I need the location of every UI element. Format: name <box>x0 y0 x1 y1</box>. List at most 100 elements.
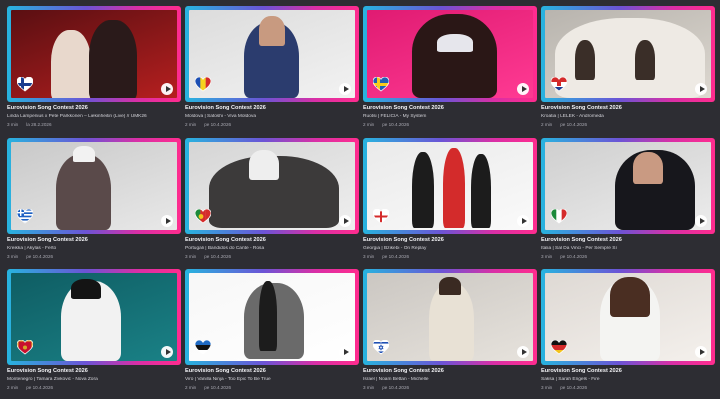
video-title[interactable]: Eurovision Song Contest 2026 <box>185 368 266 374</box>
video-card[interactable]: Eurovision Song Contest 2026 Montenegro |… <box>7 269 181 399</box>
germany-flag-heart-icon <box>551 340 567 355</box>
thumbnail-image <box>545 273 711 361</box>
video-date: pe 10.4.2026 <box>204 254 232 259</box>
video-duration: 3 min <box>7 254 19 259</box>
video-meta: 3 min pe 10.4.2026 <box>7 254 53 259</box>
video-subtitle: Kreikka | Akylas - Ferto <box>7 246 57 251</box>
video-date: la 28.2.2026 <box>26 122 52 127</box>
video-thumbnail[interactable] <box>541 269 715 365</box>
video-subtitle: Linda Lampenius x Pete Parkkonen – Lieki… <box>7 114 147 119</box>
video-date: pe 10.4.2026 <box>26 254 54 259</box>
video-subtitle: Portugali | Bandidos do Cante - Rosa <box>185 246 265 251</box>
montenegro-flag-heart-icon <box>17 340 33 355</box>
video-card[interactable]: Eurovision Song Contest 2026 Ruotsi | FEL… <box>363 6 537 136</box>
thumbnail-image <box>367 273 533 361</box>
video-grid: Eurovision Song Contest 2026 Linda Lampen… <box>0 0 720 393</box>
video-card[interactable]: Eurovision Song Contest 2026 Kroatia | LE… <box>541 6 715 136</box>
video-duration: 2 min <box>541 122 553 127</box>
video-duration: 3 min <box>185 254 197 259</box>
video-subtitle: Kroatia | LELEK - Andromeda <box>541 114 604 119</box>
video-thumbnail[interactable] <box>7 269 181 365</box>
video-card[interactable]: Eurovision Song Contest 2026 Kreikka | Ak… <box>7 138 181 268</box>
video-card[interactable]: Eurovision Song Contest 2026 Georgia | Bz… <box>363 138 537 268</box>
moldova-flag-heart-icon <box>195 77 211 92</box>
performer-figure <box>575 40 595 80</box>
video-thumbnail[interactable] <box>185 138 359 234</box>
video-title[interactable]: Eurovision Song Contest 2026 <box>363 368 444 374</box>
video-thumbnail[interactable] <box>363 269 537 365</box>
portugal-flag-heart-icon <box>195 209 211 224</box>
video-duration: 3 min <box>541 385 553 390</box>
thumbnail-image <box>367 142 533 230</box>
video-date: pe 10.4.2026 <box>560 122 588 127</box>
performer-figure <box>56 154 111 230</box>
video-card[interactable]: Eurovision Song Contest 2026 Israel | Noa… <box>363 269 537 399</box>
play-icon[interactable] <box>695 215 707 227</box>
video-card[interactable]: Eurovision Song Contest 2026 Linda Lampen… <box>7 6 181 136</box>
video-subtitle: Montenegro | Tamara Živković - Nova Zora <box>7 377 98 382</box>
thumbnail-image <box>11 273 177 361</box>
video-date: pe 10.4.2026 <box>382 254 410 259</box>
video-date: pe 10.4.2026 <box>560 254 588 259</box>
video-duration: 3 min <box>363 385 375 390</box>
video-title[interactable]: Eurovision Song Contest 2026 <box>541 368 622 374</box>
video-duration: 2 min <box>7 385 19 390</box>
video-date: pe 10.4.2026 <box>26 385 54 390</box>
video-title[interactable]: Eurovision Song Contest 2026 <box>363 237 444 243</box>
video-subtitle: Georgia | Bzikebi - On Replay <box>363 246 427 251</box>
thumbnail-image <box>367 10 533 98</box>
play-icon[interactable] <box>695 83 707 95</box>
video-title[interactable]: Eurovision Song Contest 2026 <box>185 237 266 243</box>
play-icon[interactable] <box>339 215 351 227</box>
video-thumbnail[interactable] <box>7 138 181 234</box>
video-subtitle: Saksa | Sarah Engels - Fire <box>541 377 600 382</box>
play-icon[interactable] <box>161 83 173 95</box>
greece-flag-heart-icon <box>17 209 33 224</box>
video-card[interactable]: Eurovision Song Contest 2026 Italia | Sal… <box>541 138 715 268</box>
video-title[interactable]: Eurovision Song Contest 2026 <box>541 105 622 111</box>
video-card[interactable]: Eurovision Song Contest 2026 Portugali | … <box>185 138 359 268</box>
play-icon[interactable] <box>339 346 351 358</box>
performer-figure <box>249 150 279 180</box>
play-icon[interactable] <box>161 215 173 227</box>
play-icon[interactable] <box>517 215 529 227</box>
performer-figure <box>437 34 473 52</box>
performer-figure <box>89 20 137 98</box>
play-icon[interactable] <box>517 83 529 95</box>
video-thumbnail[interactable] <box>541 138 715 234</box>
video-thumbnail[interactable] <box>185 6 359 102</box>
play-icon[interactable] <box>161 346 173 358</box>
thumbnail-image <box>11 142 177 230</box>
play-icon[interactable] <box>695 346 707 358</box>
video-card[interactable]: Eurovision Song Contest 2026 Saksa | Sara… <box>541 269 715 399</box>
video-duration: 2 min <box>185 122 197 127</box>
play-icon[interactable] <box>517 346 529 358</box>
video-title[interactable]: Eurovision Song Contest 2026 <box>7 368 88 374</box>
video-card[interactable]: Eurovision Song Contest 2026 Moldova | Sa… <box>185 6 359 136</box>
video-title[interactable]: Eurovision Song Contest 2026 <box>185 105 266 111</box>
video-thumbnail[interactable] <box>185 269 359 365</box>
video-title[interactable]: Eurovision Song Contest 2026 <box>363 105 444 111</box>
video-meta: 2 min pe 10.4.2026 <box>7 385 53 390</box>
play-icon[interactable] <box>339 83 351 95</box>
video-subtitle: Israel | Noam Bettan - Michelle <box>363 377 429 382</box>
video-thumbnail[interactable] <box>541 6 715 102</box>
video-title[interactable]: Eurovision Song Contest 2026 <box>7 237 88 243</box>
video-meta: 3 min pe 10.4.2026 <box>185 254 231 259</box>
thumbnail-image <box>545 10 711 98</box>
video-duration: 3 min <box>7 122 19 127</box>
video-meta: 3 min pe 10.4.2026 <box>363 254 409 259</box>
performer-figure <box>439 277 461 295</box>
video-thumbnail[interactable] <box>363 6 537 102</box>
croatia-flag-heart-icon <box>551 77 567 92</box>
video-meta: 2 min pe 10.4.2026 <box>185 385 231 390</box>
video-title[interactable]: Eurovision Song Contest 2026 <box>541 237 622 243</box>
video-meta: 3 min pe 10.4.2026 <box>541 254 587 259</box>
video-duration: 2 min <box>185 385 197 390</box>
video-thumbnail[interactable] <box>363 138 537 234</box>
video-card[interactable]: Eurovision Song Contest 2026 Viro | Vanil… <box>185 269 359 399</box>
video-title[interactable]: Eurovision Song Contest 2026 <box>7 105 88 111</box>
performer-figure <box>51 30 91 98</box>
video-thumbnail[interactable] <box>7 6 181 102</box>
video-subtitle: Viro | Vanilla Ninja - Too Epic To Be Tr… <box>185 377 271 382</box>
